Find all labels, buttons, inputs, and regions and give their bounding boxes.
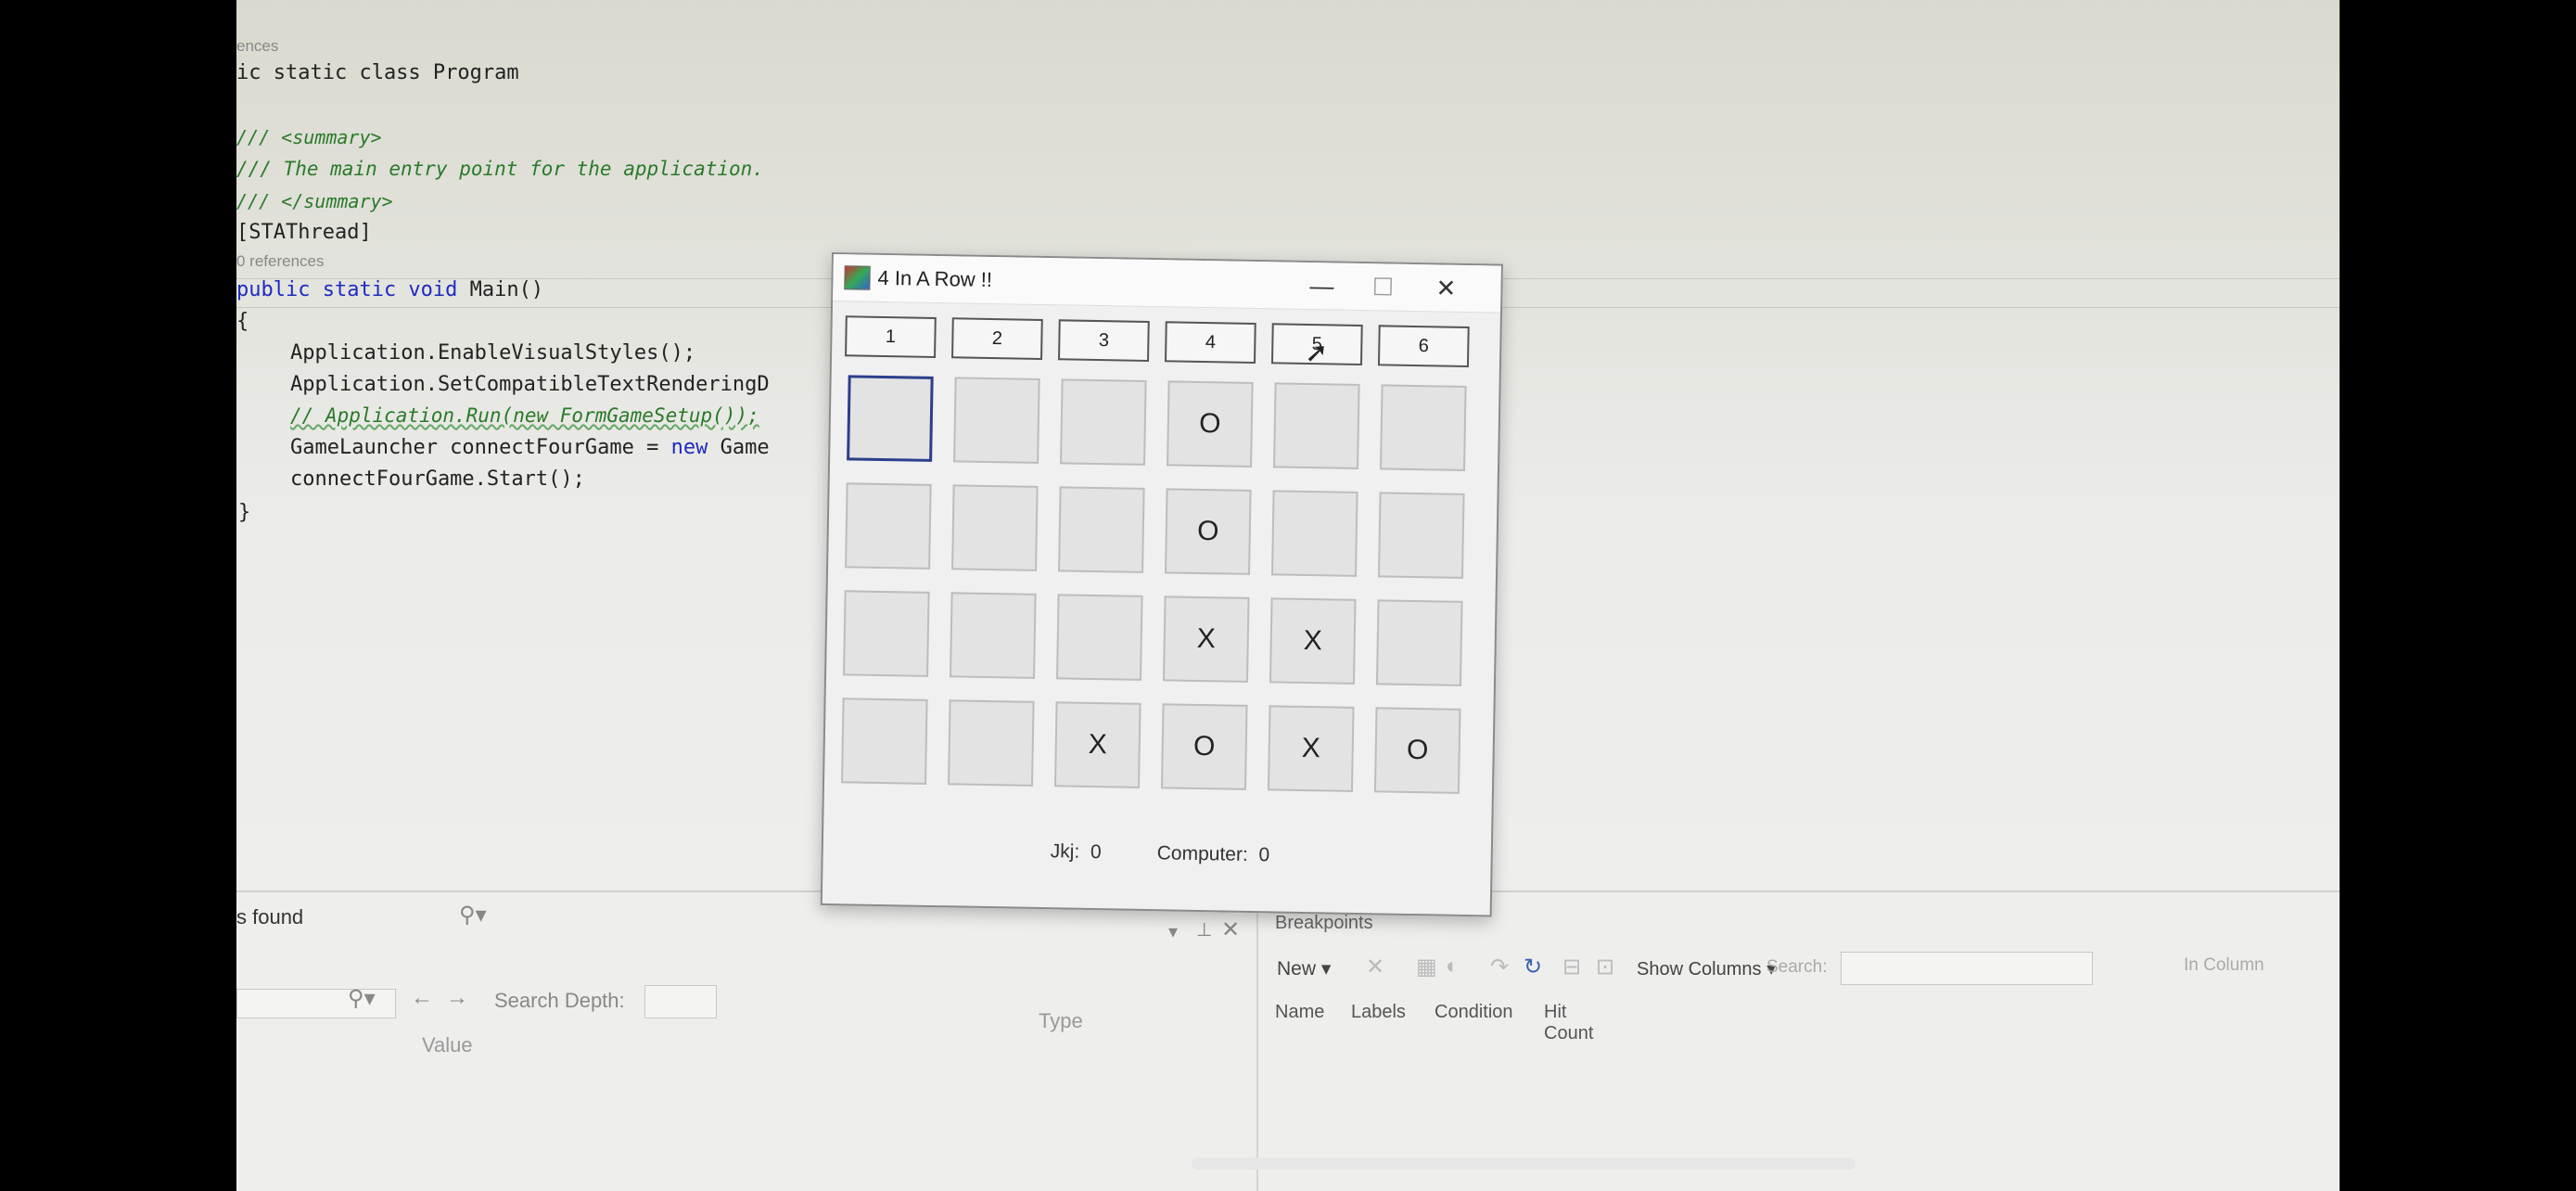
code-brace-close: } <box>238 501 251 524</box>
column-button-3[interactable]: 3 <box>1058 319 1150 362</box>
filter-icon[interactable]: ⚲▾ <box>459 902 487 928</box>
mouse-cursor-icon: ➚ <box>1304 337 1329 369</box>
keyword-text: new <box>670 436 708 459</box>
board-cell[interactable]: X <box>1269 597 1357 685</box>
method-name: Main() <box>457 278 544 301</box>
code-brace-open: { <box>236 310 249 333</box>
title-bar[interactable]: 4 In A Row !! — ☐ ✕ <box>833 254 1501 314</box>
board-cell[interactable] <box>845 482 932 570</box>
panel-dropdown-icon[interactable]: ▾ <box>1168 920 1178 943</box>
code-text: Game <box>708 436 770 459</box>
search-depth-select[interactable] <box>644 985 717 1018</box>
column-button-4[interactable]: 4 <box>1164 321 1256 364</box>
computer-score-value: 0 <box>1258 844 1270 866</box>
board-cell[interactable]: X <box>1053 701 1141 788</box>
board-cell[interactable] <box>953 377 1040 464</box>
board-cell[interactable] <box>951 484 1039 571</box>
minimize-button[interactable]: — <box>1296 268 1347 304</box>
toggle-icon[interactable]: ◐ <box>1446 954 1460 980</box>
game-window[interactable]: 4 In A Row !! — ☐ ✕ 123456 OOXXXOXO Jkj:… <box>820 252 1503 917</box>
code-text: GameLauncher connectFourGame = <box>290 436 671 459</box>
board-cell[interactable]: X <box>1162 596 1250 683</box>
board-cell[interactable] <box>947 699 1035 787</box>
col-hit-count[interactable]: Hit Count <box>1544 1002 1593 1044</box>
board-cell[interactable] <box>1273 382 1360 469</box>
player-label: Jkj: <box>1050 840 1080 863</box>
board-cell[interactable] <box>950 592 1037 679</box>
search-label: Search: <box>1766 957 1828 977</box>
window-title: 4 In A Row !! <box>877 265 993 292</box>
board-cell[interactable] <box>843 590 930 677</box>
maximize-button[interactable]: ☐ <box>1358 269 1409 305</box>
breakpoints-title: Breakpoints <box>1275 913 1373 933</box>
computer-score: Computer: 0 <box>1157 842 1270 866</box>
code-line-summary-text: /// The main entry point for the applica… <box>236 158 764 180</box>
pin-icon[interactable]: ⊥ <box>1196 918 1212 941</box>
column-button-1[interactable]: 1 <box>845 315 937 358</box>
board-cell[interactable]: O <box>1165 488 1252 575</box>
code-line-3: // Application.Run(new FormGameSetup()); <box>290 404 759 427</box>
column-button-2[interactable]: 2 <box>951 317 1043 360</box>
value-column-header: Value <box>422 1033 473 1057</box>
close-button[interactable]: ✕ <box>1421 270 1472 306</box>
code-line-main: public static void Main() <box>236 278 543 301</box>
panel-divider <box>1256 892 1258 1191</box>
bottom-panels: s found ⚲▾ ▾ ⊥ ✕ ⚲▾ ← → Search Depth: Va… <box>236 890 2340 1191</box>
col-condition[interactable]: Condition <box>1435 1002 1513 1023</box>
code-lens-references[interactable]: ences <box>236 37 278 56</box>
board-cell[interactable]: O <box>1167 380 1254 467</box>
export-icon[interactable]: ↷ <box>1490 954 1509 980</box>
board-cell[interactable] <box>1375 599 1463 686</box>
player-score: Jkj: 0 <box>1051 840 1102 864</box>
board-cell[interactable] <box>1377 492 1465 579</box>
code-line-5: connectFourGame.Start(); <box>290 467 585 491</box>
computer-label: Computer: <box>1156 842 1248 865</box>
board-cell[interactable] <box>847 375 934 462</box>
column-button-6[interactable]: 6 <box>1377 325 1470 368</box>
keyword-text: public static void <box>236 278 458 301</box>
goto-disassembly-icon[interactable]: ⊡ <box>1596 954 1614 980</box>
type-column-header: Type <box>1039 1009 1083 1032</box>
board-cell[interactable] <box>1060 378 1147 466</box>
code-line-summary-open: /// <summary> <box>236 126 382 148</box>
goto-source-icon[interactable]: ⊟ <box>1562 954 1581 980</box>
col-name[interactable]: Name <box>1275 1002 1324 1023</box>
player-score-value: 0 <box>1090 840 1102 864</box>
search-icon[interactable]: ⚲▾ <box>348 985 376 1012</box>
search-depth-label: Search Depth: <box>494 989 625 1012</box>
code-line-summary-close: /// </summary> <box>236 190 393 212</box>
back-arrow-icon[interactable]: ← <box>411 985 433 1011</box>
show-columns-button[interactable]: Show Columns ▾ <box>1637 957 1776 980</box>
code-line-class: ic static class Program <box>236 61 519 84</box>
in-column-label: In Column <box>2184 955 2264 975</box>
board-cell[interactable] <box>1058 486 1145 573</box>
home-indicator[interactable] <box>1192 1158 1855 1170</box>
board-cell[interactable] <box>1056 594 1143 681</box>
breakpoints-search-input[interactable] <box>1841 952 2093 985</box>
board-cell[interactable]: X <box>1267 705 1355 792</box>
forward-arrow-icon[interactable]: → <box>446 985 468 1011</box>
new-breakpoint-button[interactable]: New ▾ <box>1277 957 1331 980</box>
delete-all-icon[interactable]: ▦ <box>1416 954 1437 980</box>
board-cell[interactable]: O <box>1160 703 1248 790</box>
board-cell[interactable] <box>1380 384 1467 471</box>
board-cell[interactable]: O <box>1373 707 1461 794</box>
board-cell[interactable] <box>1270 490 1358 577</box>
code-line-2: Application.SetCompatibleTextRenderingD <box>290 373 770 396</box>
show-columns-label: Show Columns <box>1637 959 1762 980</box>
find-results-text: s found <box>236 905 304 928</box>
phone-screen: ences ic static class Program /// <summa… <box>236 0 2340 1191</box>
code-line-4: GameLauncher connectFourGame = new Game <box>290 436 770 459</box>
board-cell[interactable] <box>841 698 928 785</box>
delete-icon[interactable]: ✕ <box>1366 954 1384 980</box>
code-lens-references-main[interactable]: 0 references <box>236 252 325 271</box>
code-line-attribute: [STAThread] <box>236 221 372 244</box>
import-icon[interactable]: ↻ <box>1524 954 1542 980</box>
new-button-label: New <box>1277 958 1317 980</box>
code-line-1: Application.EnableVisualStyles(); <box>290 341 696 365</box>
close-panel-icon[interactable]: ✕ <box>1221 916 1240 943</box>
app-icon <box>844 265 871 290</box>
col-labels[interactable]: Labels <box>1351 1002 1406 1023</box>
